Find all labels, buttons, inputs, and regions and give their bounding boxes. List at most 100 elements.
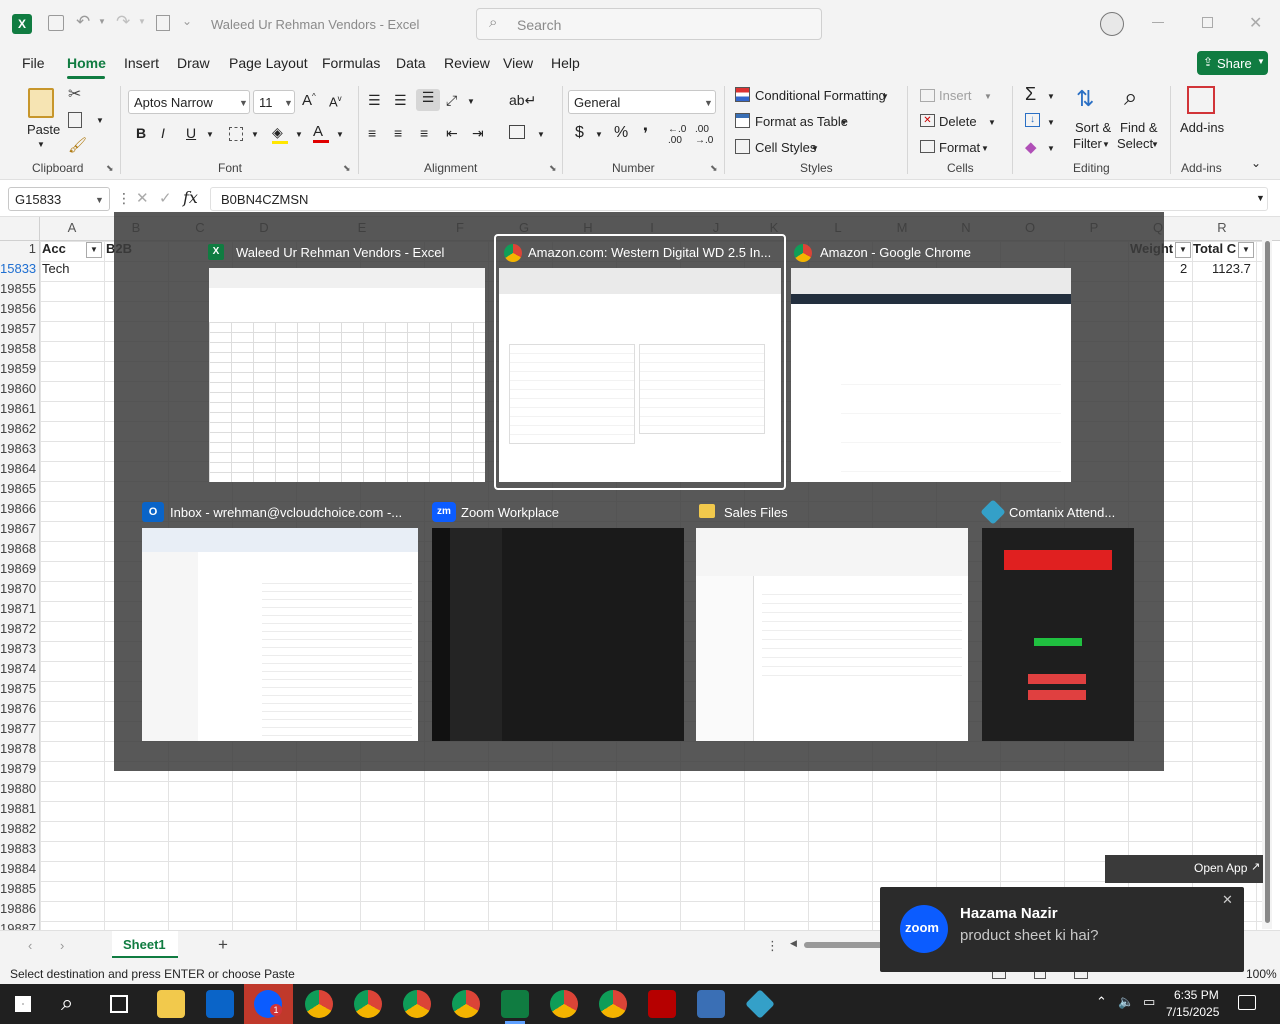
row-header[interactable]: 19886 <box>0 901 38 921</box>
next-sheet-icon[interactable]: › <box>60 938 64 953</box>
sort-filter-icon[interactable]: ⇅ <box>1076 86 1094 112</box>
row-header[interactable]: 19856 <box>0 301 38 321</box>
tab-file[interactable]: File <box>22 55 45 71</box>
row-header[interactable]: 19862 <box>0 421 38 441</box>
share-button[interactable]: ⇪ Share ▼ <box>1197 51 1268 75</box>
align-left-icon[interactable]: ≡ <box>368 125 376 141</box>
increase-indent-icon[interactable]: ⇥ <box>472 125 484 142</box>
find-label[interactable]: Find & <box>1120 120 1158 135</box>
vertical-scrollbar[interactable] <box>1262 229 1272 929</box>
row-header[interactable]: 19882 <box>0 821 38 841</box>
form-icon[interactable] <box>156 15 170 31</box>
chrome-icon[interactable] <box>452 990 480 1018</box>
chrome-icon[interactable] <box>403 990 431 1018</box>
row-header[interactable]: 19860 <box>0 381 38 401</box>
column-header-a[interactable]: A <box>40 220 104 240</box>
row-header[interactable]: 19885 <box>0 881 38 901</box>
find-select-icon[interactable]: ⌕ <box>1124 84 1137 112</box>
chevron-down-icon[interactable]: ▼ <box>1151 140 1159 149</box>
decrease-decimal-icon[interactable]: .00 →.0 <box>695 124 713 146</box>
account-avatar[interactable] <box>1100 12 1124 36</box>
fill-color-dropdown-icon[interactable]: ▼ <box>295 130 303 139</box>
tab-page-layout[interactable]: Page Layout <box>229 55 308 71</box>
row-header[interactable]: 19865 <box>0 481 38 501</box>
save-icon[interactable] <box>48 15 64 31</box>
row-header-selected[interactable]: 15833 <box>0 261 38 281</box>
row-header[interactable]: 19864 <box>0 461 38 481</box>
paste-label[interactable]: Paste <box>27 122 60 137</box>
close-notification-icon[interactable]: ✕ <box>1222 892 1233 908</box>
format-painter-icon[interactable]: 🖌 <box>68 136 87 154</box>
paste-icon[interactable] <box>28 88 54 118</box>
switcher-window-amazon[interactable] <box>791 268 1071 482</box>
switcher-window-sales-files[interactable] <box>696 528 968 741</box>
windows-start-icon[interactable] <box>15 996 31 1012</box>
comma-style-icon[interactable]: ❜ <box>643 124 648 144</box>
font-color-icon[interactable]: A <box>313 123 329 143</box>
chrome-icon[interactable] <box>550 990 578 1018</box>
clock-time[interactable]: 6:35 PM <box>1174 988 1219 1002</box>
copy-dropdown-icon[interactable]: ▼ <box>96 116 104 125</box>
row-header[interactable]: 19869 <box>0 561 38 581</box>
formula-input[interactable]: B0BN4CZMSN <box>210 187 1268 211</box>
filter-dropdown-icon[interactable]: ▼ <box>1238 242 1254 258</box>
file-explorer-icon[interactable] <box>157 990 185 1018</box>
scrollbar-thumb[interactable] <box>1265 241 1270 923</box>
name-box[interactable]: G15833 ▼ <box>8 187 110 211</box>
tab-review[interactable]: Review <box>444 55 490 71</box>
column-header-r[interactable]: R <box>1190 220 1254 240</box>
orientation-icon[interactable]: ⤢ <box>446 92 457 109</box>
cell-acc[interactable]: Tech <box>42 261 69 276</box>
row-header[interactable]: 19877 <box>0 721 38 741</box>
dialog-launcher-icon[interactable]: ⬊ <box>106 163 114 174</box>
chevron-down-icon[interactable]: ▼ <box>988 118 996 127</box>
row-header[interactable]: 19870 <box>0 581 38 601</box>
wrap-text-icon[interactable]: ab↵ <box>509 92 536 109</box>
tab-draw[interactable]: Draw <box>177 55 210 71</box>
clock-date[interactable]: 7/15/2025 <box>1166 1005 1219 1019</box>
row-header[interactable]: 19881 <box>0 801 38 821</box>
increase-font-icon[interactable]: A^ <box>302 92 316 109</box>
collapse-ribbon-icon[interactable]: ⌄ <box>1251 156 1261 170</box>
chevron-down-icon[interactable]: ▼ <box>984 92 992 101</box>
open-app-button[interactable]: Open App ↗ <box>1105 855 1263 883</box>
borders-icon[interactable] <box>229 127 243 141</box>
fill-icon[interactable]: ↓ <box>1025 113 1040 127</box>
select-label[interactable]: Select <box>1117 136 1153 151</box>
delete-cells-button[interactable]: Delete <box>939 114 977 129</box>
row-header[interactable]: 19861 <box>0 401 38 421</box>
cut-icon[interactable]: ✂ <box>68 84 81 104</box>
row-header[interactable]: 19867 <box>0 521 38 541</box>
percent-icon[interactable]: % <box>614 124 628 142</box>
chrome-icon[interactable] <box>354 990 382 1018</box>
orientation-dropdown-icon[interactable]: ▼ <box>467 97 475 106</box>
filter-label[interactable]: Filter <box>1073 136 1102 151</box>
expand-formula-icon[interactable]: ▼ <box>1256 193 1265 203</box>
undo-icon[interactable]: ↶ <box>76 12 90 32</box>
bold-icon[interactable]: B <box>136 125 146 141</box>
borders-dropdown-icon[interactable]: ▼ <box>251 130 259 139</box>
row-header[interactable]: 19872 <box>0 621 38 641</box>
volume-icon[interactable]: 🔈 <box>1118 994 1134 1010</box>
currency-dropdown-icon[interactable]: ▼ <box>595 130 603 139</box>
clear-dropdown-icon[interactable]: ▼ <box>1047 144 1055 153</box>
undo-dropdown-icon[interactable]: ▼ <box>98 17 106 26</box>
chrome-icon[interactable] <box>599 990 627 1018</box>
switcher-window-amazon-product[interactable] <box>499 268 781 482</box>
decrease-indent-icon[interactable]: ⇤ <box>446 125 458 142</box>
scroll-left-icon[interactable]: ◀ <box>790 938 797 949</box>
excel-icon[interactable] <box>501 990 529 1018</box>
add-sheet-button[interactable]: + <box>218 935 228 955</box>
tab-formulas[interactable]: Formulas <box>322 55 380 71</box>
notification-center-icon[interactable] <box>1238 995 1256 1010</box>
show-hidden-icons-icon[interactable]: ⌃ <box>1096 994 1107 1010</box>
align-bottom-icon[interactable]: ☰ <box>416 89 440 111</box>
cell-total[interactable]: 1123.7 <box>1212 261 1251 276</box>
tab-insert[interactable]: Insert <box>124 55 159 71</box>
copy-icon[interactable] <box>68 112 82 128</box>
italic-icon[interactable]: I <box>161 125 165 141</box>
font-family-select[interactable]: Aptos Narrow ▼ <box>128 90 250 114</box>
switcher-window-zoom[interactable] <box>432 528 684 741</box>
merge-dropdown-icon[interactable]: ▼ <box>537 130 545 139</box>
format-cells-button[interactable]: Format <box>939 140 980 155</box>
